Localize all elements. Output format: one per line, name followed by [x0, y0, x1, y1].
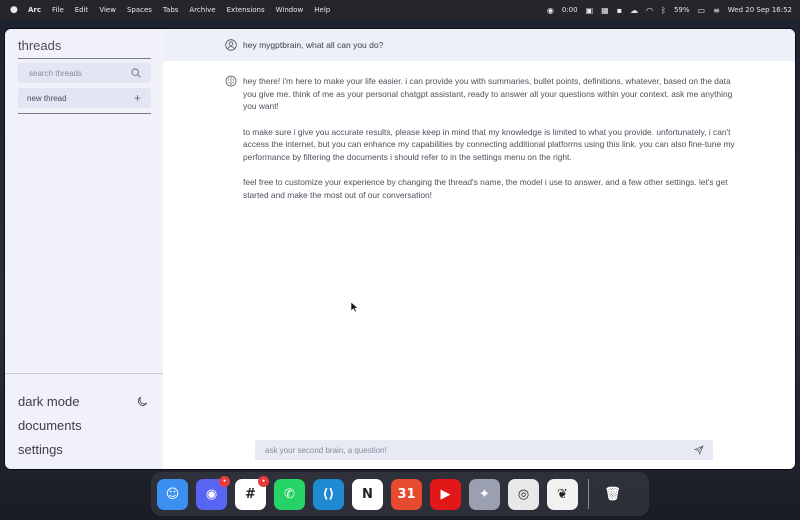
- menu-help[interactable]: Help: [314, 6, 330, 14]
- search-threads[interactable]: [18, 63, 151, 83]
- mouse-cursor-icon: [350, 301, 359, 313]
- menu-extensions[interactable]: Extensions: [227, 6, 265, 14]
- menu-window[interactable]: Window: [276, 6, 304, 14]
- bluetooth-icon[interactable]: ᛒ: [661, 6, 666, 15]
- notification-badge: •: [258, 475, 269, 487]
- user-message: hey mygptbrain, what all can you do?: [243, 40, 384, 50]
- composer[interactable]: [255, 440, 713, 460]
- lock-icon[interactable]: ▪: [617, 6, 622, 15]
- menu-arc[interactable]: Arc: [28, 6, 41, 14]
- brain-icon: [225, 75, 237, 87]
- timer[interactable]: 0:00: [562, 6, 578, 14]
- chrome-icon: ◎: [517, 486, 530, 502]
- dock-app-chrome[interactable]: ◎: [508, 478, 539, 510]
- app-icon[interactable]: ▣: [586, 6, 594, 15]
- settings-link[interactable]: settings: [18, 437, 148, 461]
- clock[interactable]: Wed 20 Sep 16:52: [728, 6, 792, 14]
- dock: ☺ ◉ • # • ✆ ⟨⟩ N 31 ▶ ✦ ◎ ❦ 🗑: [151, 472, 649, 516]
- reply-paragraph: feel free to customize your experience b…: [243, 177, 728, 200]
- menu-list: Arc File Edit View Spaces Tabs Archive E…: [28, 6, 330, 14]
- youtube-music-icon: ▶: [440, 486, 451, 502]
- finder-icon: ☺: [165, 486, 180, 502]
- wifi-icon[interactable]: ◠: [646, 6, 653, 15]
- menu-file[interactable]: File: [52, 6, 64, 14]
- divider: [18, 58, 151, 59]
- dock-app-finder[interactable]: ☺: [157, 478, 188, 510]
- mongodb-compass-icon: ❦: [557, 486, 568, 502]
- user-icon: [225, 39, 237, 51]
- user-message-bar: hey mygptbrain, what all can you do?: [163, 29, 795, 61]
- dock-app-trash[interactable]: 🗑: [597, 479, 628, 510]
- apple-icon[interactable]: ●: [10, 5, 20, 15]
- control-center-icon[interactable]: ≡: [713, 6, 720, 15]
- menu-tabs[interactable]: Tabs: [163, 6, 179, 14]
- reply-text: hey there! i'm here to make your life ea…: [243, 75, 735, 201]
- search-icon[interactable]: [131, 68, 141, 78]
- notion-icon: N: [362, 486, 373, 502]
- sidebar-title: threads: [18, 38, 62, 53]
- dark-mode-label: dark mode: [18, 393, 80, 409]
- calendar-icon: 31: [397, 486, 416, 502]
- dock-app-slack[interactable]: # •: [235, 475, 269, 510]
- menu-edit[interactable]: Edit: [75, 6, 89, 14]
- menu-archive[interactable]: Archive: [189, 6, 215, 14]
- calendar-icon[interactable]: ▦: [601, 6, 609, 15]
- send-icon[interactable]: [694, 445, 704, 455]
- dock-app-whatsapp[interactable]: ✆: [274, 478, 305, 510]
- settings-label: settings: [18, 441, 63, 457]
- chat-area: hey mygptbrain, what all can you do? hey…: [163, 29, 795, 469]
- sidebar: threads new thread + dark mode documents: [5, 29, 164, 469]
- whatsapp-icon: ✆: [284, 486, 295, 502]
- new-thread-button[interactable]: new thread +: [18, 88, 151, 108]
- documents-link[interactable]: documents: [18, 413, 148, 437]
- sidebar-footer: dark mode documents settings: [18, 389, 148, 461]
- record-icon[interactable]: ◉: [547, 6, 554, 15]
- dock-app-notion[interactable]: N: [352, 478, 383, 510]
- menu-view[interactable]: View: [99, 6, 116, 14]
- dark-mode-toggle[interactable]: dark mode: [18, 389, 148, 413]
- reply-paragraph: to make sure i give you accurate results…: [243, 126, 735, 162]
- vscode-icon: ⟨⟩: [322, 486, 335, 502]
- dock-app-calendar[interactable]: 31: [391, 478, 422, 510]
- cloud-icon[interactable]: ☁: [630, 6, 638, 15]
- moon-icon[interactable]: [137, 396, 148, 407]
- battery-percent[interactable]: 59%: [674, 6, 690, 14]
- dock-separator: [588, 479, 589, 509]
- dock-app-mongodb-compass[interactable]: ❦: [547, 478, 578, 510]
- plus-icon: +: [133, 91, 141, 105]
- search-input[interactable]: [27, 67, 126, 79]
- dock-app-discord[interactable]: ◉ •: [196, 475, 230, 510]
- dock-app-youtube-music[interactable]: ▶: [430, 478, 461, 510]
- status-area: ◉ 0:00 ▣ ▦ ▪ ☁ ◠ ᛒ 59% ▭ ≡ Wed 20 Sep 16…: [547, 6, 792, 15]
- app-window: threads new thread + dark mode documents: [5, 29, 795, 469]
- menu-bar: ● Arc File Edit View Spaces Tabs Archive…: [0, 0, 800, 20]
- xcode-tools-icon: ✦: [479, 486, 490, 502]
- new-thread-label: new thread: [27, 93, 67, 103]
- dock-app-xcode-tools[interactable]: ✦: [469, 478, 500, 510]
- dock-app-vscode[interactable]: ⟨⟩: [313, 478, 344, 510]
- reply-paragraph: hey there! i'm here to make your life ea…: [243, 76, 733, 111]
- documents-label: documents: [18, 417, 82, 433]
- divider: [5, 373, 163, 374]
- battery-icon[interactable]: ▭: [698, 6, 706, 15]
- assistant-reply: hey there! i'm here to make your life ea…: [225, 75, 735, 214]
- trash-icon: 🗑: [604, 486, 621, 502]
- discord-icon: ◉: [205, 486, 218, 502]
- menu-spaces[interactable]: Spaces: [127, 6, 152, 14]
- divider: [18, 113, 151, 114]
- slack-icon: #: [245, 486, 256, 502]
- notification-badge: •: [219, 475, 230, 487]
- question-input[interactable]: [263, 444, 667, 456]
